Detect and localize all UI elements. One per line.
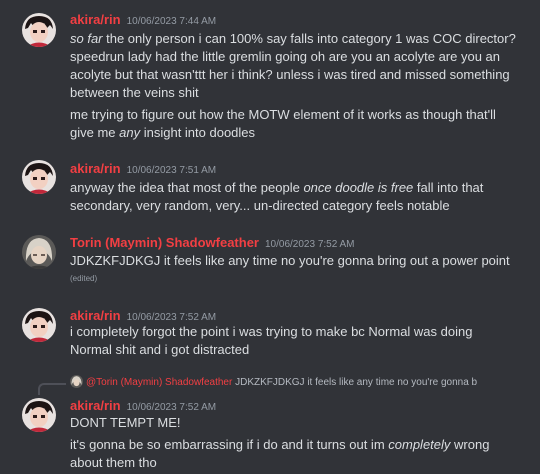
message-line: secondary, very random, very... un-direc…	[70, 198, 450, 213]
reply-preview[interactable]: @Torin (Maymin) Shadowfeather JDKZKFJDKG…	[70, 375, 477, 388]
author-name[interactable]: akira/rin	[70, 161, 121, 176]
author-name[interactable]: Torin (Maymin) Shadowfeather	[70, 235, 259, 250]
avatar[interactable]	[22, 160, 56, 194]
akira-avatar-icon	[22, 308, 56, 342]
author-name[interactable]: akira/rin	[70, 12, 121, 27]
message-header: akira/rin 10/06/2023 7:51 AM	[70, 160, 216, 178]
message-line: i completely forgot the point i was tryi…	[70, 324, 473, 339]
message-header: Torin (Maymin) Shadowfeather 10/06/2023 7…	[70, 234, 355, 252]
avatar[interactable]	[22, 13, 56, 47]
message-line: anyway the idea that most of the people …	[70, 180, 484, 195]
message-line: speedrun lady had the little gremlin goi…	[70, 49, 501, 64]
message-line: acolyte but that wasn'ttt her i think? u…	[70, 67, 510, 82]
reply-author[interactable]: @Torin (Maymin) Shadowfeather	[86, 377, 232, 388]
message-line: about them tho	[70, 455, 157, 470]
message-line: it's gonna be so embarrassing if i do an…	[70, 437, 490, 452]
message-line: JDKZKFJDKGJ it feels like any time no yo…	[70, 253, 510, 268]
avatar[interactable]	[22, 235, 56, 269]
message-line: me trying to figure out how the MOTW ele…	[70, 107, 496, 122]
reply-avatar	[70, 375, 83, 388]
message-header: akira/rin 10/06/2023 7:44 AM	[70, 11, 216, 29]
akira-avatar-icon	[22, 13, 56, 47]
torin-avatar-icon	[22, 235, 56, 269]
message-line: so far the only person i can 100% say fa…	[70, 31, 516, 46]
avatar[interactable]	[22, 308, 56, 342]
message-line: give me any insight into doodles	[70, 125, 256, 140]
message-line: between the veins shit	[70, 85, 199, 100]
reply-text: JDKZKFJDKGJ it feels like any time no yo…	[235, 377, 478, 388]
author-name[interactable]: akira/rin	[70, 308, 121, 323]
message-line: Normal shit and i got distracted	[70, 342, 250, 357]
timestamp: 10/06/2023 7:52 AM	[126, 402, 217, 413]
torin-avatar-icon	[70, 375, 83, 388]
message-line: DONT TEMPT ME!	[70, 415, 181, 430]
timestamp: 10/06/2023 7:52 AM	[265, 239, 355, 250]
author-name[interactable]: akira/rin	[70, 398, 121, 413]
avatar[interactable]	[22, 398, 56, 432]
timestamp: 10/06/2023 7:44 AM	[126, 16, 217, 27]
edited-label: (edited)	[70, 274, 98, 283]
reply-connector	[38, 383, 66, 395]
timestamp: 10/06/2023 7:51 AM	[126, 165, 217, 176]
akira-avatar-icon	[22, 398, 56, 432]
akira-avatar-icon	[22, 160, 56, 194]
